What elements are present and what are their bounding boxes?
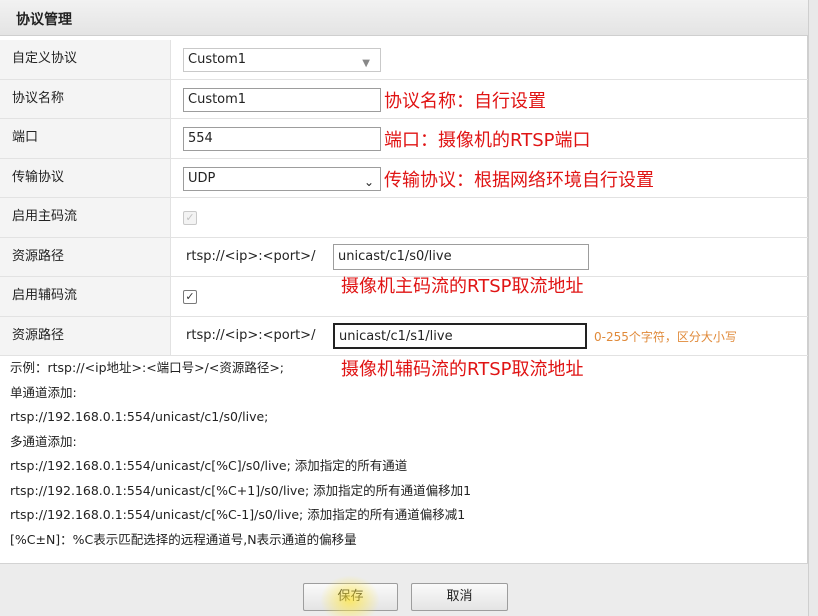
example-line: rtsp://192.168.0.1:554/unicast/c[%C-1]/s… bbox=[10, 507, 466, 522]
transport-select[interactable]: UDP ⌄ bbox=[183, 166, 381, 191]
dialog-title-bar: 协议管理 bbox=[0, 0, 808, 36]
example-line: 示例：rtsp://<ip地址>:<端口号>/<资源路径>; bbox=[10, 360, 285, 375]
port-input[interactable]: 554 bbox=[183, 127, 381, 151]
row-sub-path: 资源路径 rtsp://<ip>:<port>/ unicast/c1/s1/l… bbox=[0, 316, 808, 356]
save-button[interactable]: 保存 bbox=[303, 583, 398, 611]
main-stream-label: 启用主码流 bbox=[0, 198, 171, 237]
port-annotation: 端口：摄像机的RTSP端口 bbox=[384, 130, 591, 151]
main-path-prefix: rtsp://<ip>:<port>/ bbox=[186, 248, 316, 264]
row-custom-protocol: 自定义协议 Custom1 ▼ bbox=[0, 40, 808, 80]
dialog-footer: 保存 取消 bbox=[0, 563, 808, 616]
row-transport: 传输协议 UDP ⌄ 传输协议：根据网络环境自行设置 bbox=[0, 158, 808, 198]
chevron-down-icon: ⌄ bbox=[363, 174, 374, 189]
main-path-annotation: 摄像机主码流的RTSP取流地址 bbox=[341, 276, 584, 297]
row-main-stream: 启用主码流 ✓ bbox=[0, 198, 808, 238]
examples-section: 示例：rtsp://<ip地址>:<端口号>/<资源路径>; 单通道添加: rt… bbox=[10, 356, 800, 552]
transport-value: UDP bbox=[188, 170, 216, 186]
chevron-down-icon: ▼ bbox=[362, 58, 370, 69]
sub-path-prefix: rtsp://<ip>:<port>/ bbox=[186, 327, 316, 343]
custom-protocol-value: Custom1 bbox=[188, 52, 247, 67]
protocol-form: 自定义协议 Custom1 ▼ 协议名称 Custom1 协议名称：自行设置 端… bbox=[0, 40, 808, 356]
main-path-label: 资源路径 bbox=[0, 237, 171, 276]
scrollbar[interactable] bbox=[808, 0, 818, 616]
dialog-title: 协议管理 bbox=[16, 12, 72, 28]
example-line: 多通道添加: bbox=[10, 433, 77, 449]
sub-path-label: 资源路径 bbox=[0, 316, 171, 355]
sub-path-hint: 0-255个字符，区分大小写 bbox=[594, 329, 737, 344]
example-line: rtsp://192.168.0.1:554/unicast/c1/s0/liv… bbox=[10, 409, 269, 424]
main-path-input[interactable]: unicast/c1/s0/live bbox=[333, 243, 589, 270]
transport-annotation: 传输协议：根据网络环境自行设置 bbox=[384, 169, 654, 191]
example-line: [%C±N]：%C表示匹配选择的远程通道号,N表示通道的偏移量 bbox=[10, 531, 357, 547]
protocol-name-input[interactable]: Custom1 bbox=[183, 87, 381, 112]
example-line: 单通道添加: bbox=[10, 384, 77, 400]
example-line: rtsp://192.168.0.1:554/unicast/c[%C]/s0/… bbox=[10, 458, 408, 473]
sub-stream-label: 启用辅码流 bbox=[0, 277, 171, 316]
protocol-name-annotation: 协议名称：自行设置 bbox=[384, 90, 546, 112]
main-stream-checkbox[interactable]: ✓ bbox=[183, 211, 197, 225]
custom-protocol-select[interactable]: Custom1 ▼ bbox=[183, 48, 381, 72]
row-port: 端口 554 端口：摄像机的RTSP端口 bbox=[0, 119, 808, 159]
protocol-management-dialog: 协议管理 自定义协议 Custom1 ▼ 协议名称 Custom1 协议名称：自… bbox=[0, 0, 808, 616]
sub-stream-checkbox[interactable]: ✓ bbox=[183, 290, 197, 304]
protocol-name-label: 协议名称 bbox=[0, 79, 171, 118]
example-line: rtsp://192.168.0.1:554/unicast/c[%C+1]/s… bbox=[10, 482, 472, 498]
custom-protocol-label: 自定义协议 bbox=[0, 40, 171, 79]
port-label: 端口 bbox=[0, 119, 171, 158]
row-sub-stream: 启用辅码流 ✓ 摄像机主码流的RTSP取流地址 bbox=[0, 276, 808, 317]
row-protocol-name: 协议名称 Custom1 协议名称：自行设置 bbox=[0, 79, 808, 119]
sub-path-input[interactable]: unicast/c1/s1/live bbox=[333, 322, 587, 349]
transport-label: 传输协议 bbox=[0, 158, 171, 197]
cancel-button[interactable]: 取消 bbox=[411, 583, 508, 611]
